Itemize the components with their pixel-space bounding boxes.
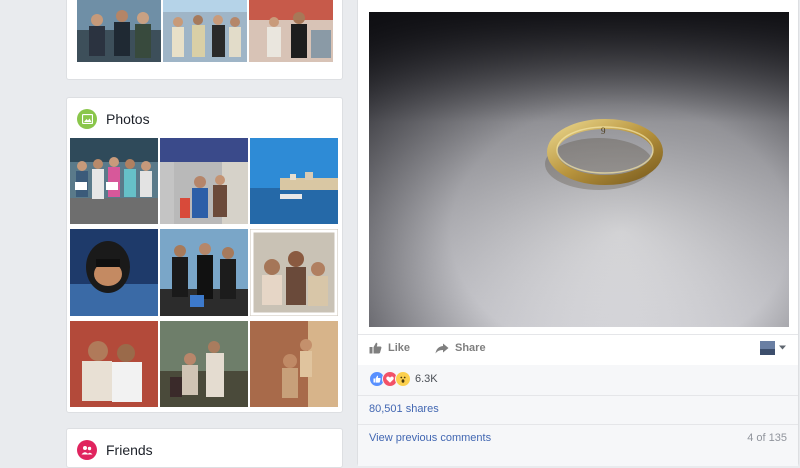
photo-thumbnail[interactable]: [160, 229, 248, 316]
thumbs-up-icon: [369, 342, 382, 354]
divider: [358, 395, 798, 396]
photos-section: Photos: [66, 97, 343, 413]
photo-icon: [77, 109, 97, 129]
divider: [358, 424, 798, 425]
wow-reaction-icon: [395, 371, 411, 387]
post-photo[interactable]: 9: [369, 12, 789, 327]
friends-icon: [77, 440, 97, 460]
photo-thumbnail[interactable]: [250, 229, 338, 316]
photo-thumbnail[interactable]: [250, 321, 338, 407]
photos-title: Photos: [106, 111, 150, 127]
photo-thumbnail[interactable]: [70, 321, 158, 407]
photo-strip-card: [66, 0, 343, 80]
view-previous-comments-link[interactable]: View previous comments: [369, 432, 491, 444]
photo-thumbnail[interactable]: [77, 0, 161, 62]
share-label: Share: [455, 342, 486, 354]
photo-thumbnail[interactable]: [163, 0, 247, 62]
audience-selector[interactable]: [760, 341, 794, 355]
share-button[interactable]: Share: [435, 342, 486, 354]
reaction-summary[interactable]: 6.3K: [369, 370, 438, 388]
post-actions: Like Share: [358, 336, 798, 364]
reaction-count: 6.3K: [415, 373, 438, 385]
like-label: Like: [388, 342, 411, 354]
photo-thumbnail[interactable]: [250, 138, 338, 224]
photo-thumbnail[interactable]: [249, 0, 333, 62]
profile-thumbnail-icon: [760, 341, 786, 355]
like-button[interactable]: Like: [369, 342, 410, 354]
photo-thumbnail[interactable]: [160, 138, 248, 224]
svg-text:9: 9: [601, 126, 606, 136]
share-arrow-icon: [435, 343, 449, 353]
post-card: 9 Like Share 6.3K 80,501 shares View pre…: [357, 0, 799, 466]
friends-section: Friends: [66, 428, 343, 468]
photos-header[interactable]: Photos: [77, 108, 150, 130]
friends-header[interactable]: Friends: [77, 439, 153, 461]
shares-link[interactable]: 80,501 shares: [369, 403, 439, 415]
divider: [358, 334, 798, 335]
photo-thumbnail[interactable]: [70, 229, 158, 316]
comments-count: 4 of 135: [747, 432, 787, 444]
friends-title: Friends: [106, 442, 153, 458]
photo-thumbnail[interactable]: [70, 138, 158, 224]
photo-thumbnail[interactable]: [160, 321, 248, 407]
